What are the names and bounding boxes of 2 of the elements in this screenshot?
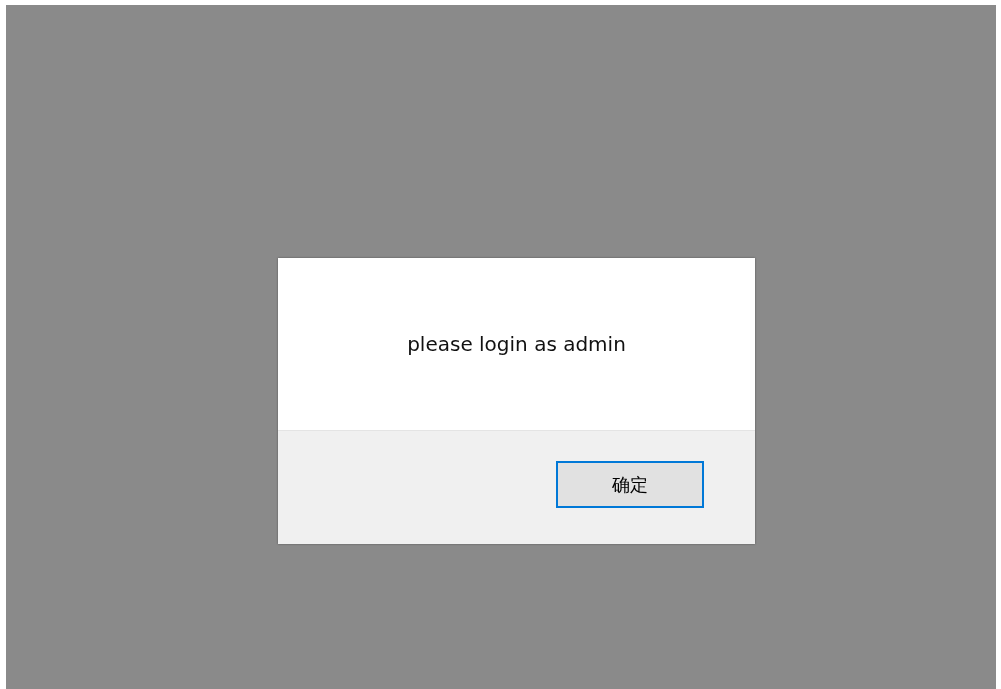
ok-button[interactable]: 确定: [556, 461, 704, 508]
alert-message: please login as admin: [407, 331, 626, 358]
